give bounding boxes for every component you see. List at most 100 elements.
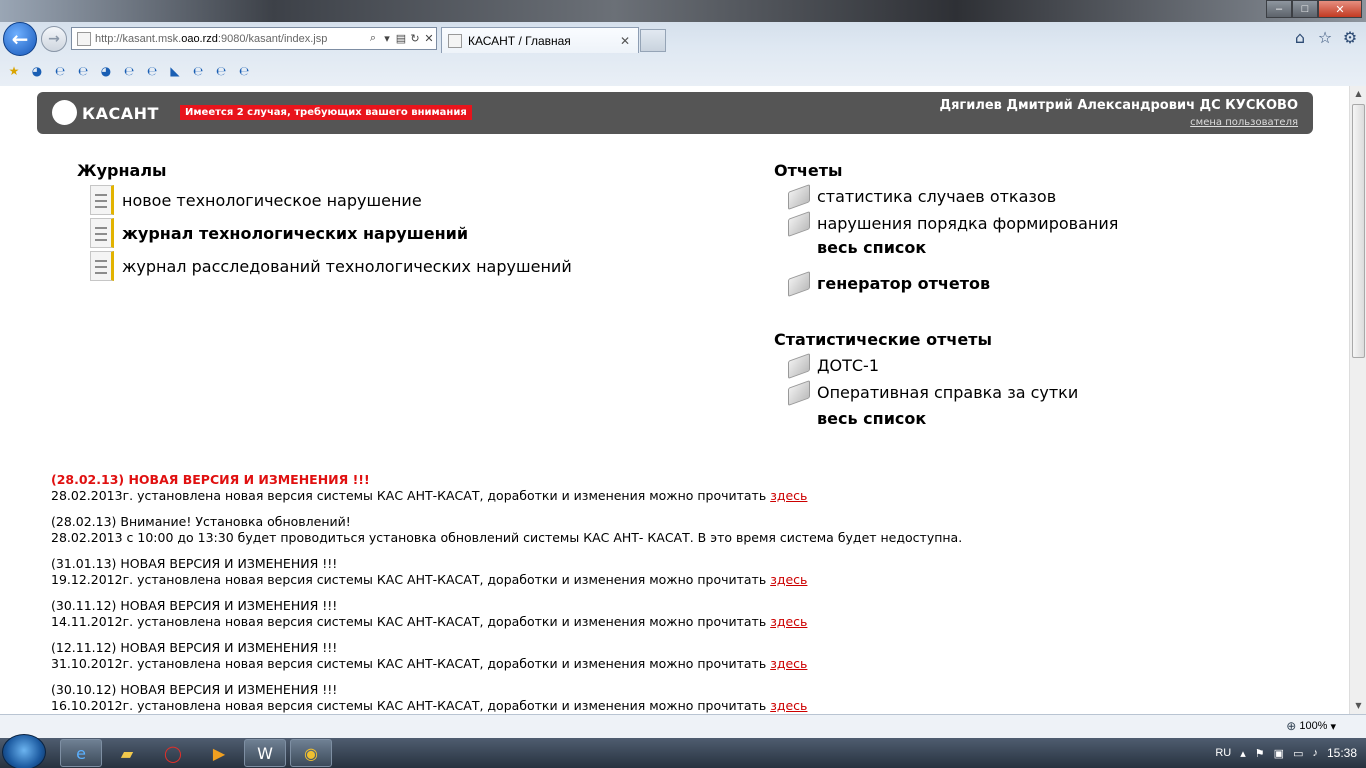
back-arrow-icon: ← — [11, 27, 29, 51]
news-headline: (28.02.13) Внимание! Установка обновлени… — [51, 514, 351, 529]
journal-label[interactable]: новое технологическое нарушение — [122, 191, 422, 210]
tray-expand-icon[interactable]: ▴ — [1240, 747, 1246, 760]
windows-taskbar: e ▰ ◯ ▶ W ◉ RU ▴ ⚑ ▣ ▭ ♪ 15:38 — [0, 734, 1366, 768]
close-window-button[interactable]: ✕ — [1318, 0, 1362, 18]
report-formation-violations[interactable]: нарушения порядка формирования — [788, 210, 1118, 237]
word-icon: W — [257, 743, 273, 763]
favorite-link-icon[interactable]: ℮ — [212, 62, 230, 80]
volume-icon[interactable]: ♪ — [1312, 747, 1318, 759]
favorite-link-icon[interactable]: ℮ — [74, 62, 92, 80]
gear-icon[interactable]: ⚙ — [1340, 28, 1360, 48]
alert-badge[interactable]: Имеется 2 случая, требующих вашего внима… — [180, 105, 472, 120]
journal-investigations[interactable]: журнал расследований технологических нар… — [90, 251, 572, 281]
news-text: 28.02.2013г. установлена новая версия си… — [51, 488, 808, 503]
news-link[interactable]: здесь — [770, 656, 807, 671]
zoom-control[interactable]: ⊕ 100% ▾ — [1286, 719, 1336, 733]
ie-icon: e — [76, 743, 86, 763]
compat-view-icon[interactable]: ▤ — [394, 32, 408, 45]
back-button[interactable]: ← — [3, 22, 37, 56]
book-icon — [788, 270, 810, 297]
browser-tab[interactable]: КАСАНТ / Главная ✕ — [441, 27, 639, 53]
stop-icon[interactable]: ✕ — [422, 32, 436, 45]
news-link[interactable]: здесь — [770, 698, 807, 713]
window-controls: – □ ✕ — [1266, 0, 1362, 18]
flag-icon[interactable]: ⚑ — [1255, 747, 1265, 760]
chevron-down-icon[interactable]: ▾ — [1330, 720, 1336, 733]
news-text: 16.10.2012г. установлена новая версия си… — [51, 698, 808, 713]
news-link[interactable]: здесь — [770, 488, 807, 503]
system-tray: RU ▴ ⚑ ▣ ▭ ♪ 15:38 — [1215, 738, 1366, 768]
forward-button[interactable]: → — [41, 26, 67, 52]
book-icon — [788, 210, 810, 237]
report-failure-stats[interactable]: статистика случаев отказов — [788, 183, 1056, 210]
word-taskbar-button[interactable]: W — [244, 739, 286, 767]
scroll-up-icon[interactable]: ▲ — [1351, 86, 1366, 102]
app-taskbar-button[interactable]: ◉ — [290, 739, 332, 767]
browser-chrome: – □ ✕ ← → http://kasant.msk.oao.rzd:9080… — [0, 0, 1366, 86]
journal-label[interactable]: журнал технологических нарушений — [122, 224, 468, 243]
favorite-link-icon[interactable]: ℮ — [120, 62, 138, 80]
journal-violations-log[interactable]: журнал технологических нарушений — [90, 218, 468, 248]
report-label[interactable]: ДОТС-1 — [817, 356, 879, 375]
scroll-down-icon[interactable]: ▼ — [1351, 698, 1366, 714]
home-icon[interactable]: ⌂ — [1290, 28, 1310, 48]
vertical-scrollbar[interactable]: ▲ ▼ — [1349, 86, 1366, 714]
document-icon — [90, 185, 114, 215]
change-user-link[interactable]: смена пользователя — [1190, 117, 1298, 128]
favorites-bar: ★ ◕ ℮ ℮ ◕ ℮ ℮ ◣ ℮ ℮ ℮ — [0, 58, 1366, 84]
reports-title: Отчеты — [774, 161, 843, 180]
app-header: КАСАНТ Имеется 2 случая, требующих вашег… — [37, 92, 1313, 134]
tab-page-icon — [448, 33, 462, 48]
start-button[interactable] — [2, 734, 46, 768]
new-tab-button[interactable] — [640, 29, 666, 52]
stat-report-dots1[interactable]: ДОТС-1 — [788, 352, 879, 379]
opera-icon: ◯ — [164, 743, 182, 763]
report-label[interactable]: нарушения порядка формирования — [817, 214, 1118, 233]
search-icon[interactable]: ⌕ — [366, 32, 380, 45]
ie-taskbar-button[interactable]: e — [60, 739, 102, 767]
network-icon[interactable]: ▭ — [1293, 747, 1303, 760]
media-taskbar-button[interactable]: ▶ — [198, 739, 240, 767]
dropdown-icon[interactable]: ▾ — [380, 32, 394, 45]
maximize-button[interactable]: □ — [1292, 0, 1318, 18]
report-label[interactable]: генератор отчетов — [817, 274, 990, 293]
stat-reports-all-list-link[interactable]: весь список — [817, 409, 926, 428]
favorite-link-icon[interactable]: ℮ — [189, 62, 207, 80]
add-favorite-icon[interactable]: ★ — [5, 62, 23, 80]
page-icon — [77, 31, 91, 46]
journal-new-violation[interactable]: новое технологическое нарушение — [90, 185, 422, 215]
news-text: 31.10.2012г. установлена новая версия си… — [51, 656, 808, 671]
explorer-taskbar-button[interactable]: ▰ — [106, 739, 148, 767]
minimize-button[interactable]: – — [1266, 0, 1292, 18]
address-bar[interactable]: http://kasant.msk.oao.rzd:9080/kasant/in… — [71, 27, 437, 50]
stat-report-daily[interactable]: Оперативная справка за сутки — [788, 379, 1078, 406]
news-headline: (30.11.12) НОВАЯ ВЕРСИЯ И ИЗМЕНЕНИЯ !!! — [51, 598, 338, 613]
favorite-link-icon[interactable]: ℮ — [51, 62, 69, 80]
journal-label[interactable]: журнал расследований технологических нар… — [122, 257, 572, 276]
scroll-thumb[interactable] — [1352, 104, 1365, 358]
favorite-link-icon[interactable]: ◕ — [97, 62, 115, 80]
address-url[interactable]: http://kasant.msk.oao.rzd:9080/kasant/in… — [95, 33, 366, 45]
favorite-link-icon[interactable]: ℮ — [143, 62, 161, 80]
tab-close-icon[interactable]: ✕ — [620, 34, 638, 48]
refresh-icon[interactable]: ↻ — [408, 32, 422, 45]
favorite-link-icon[interactable]: ◣ — [166, 62, 184, 80]
star-icon[interactable]: ☆ — [1315, 28, 1335, 48]
report-label[interactable]: Оперативная справка за сутки — [817, 383, 1078, 402]
news-link[interactable]: здесь — [770, 572, 807, 587]
news-link[interactable]: здесь — [770, 614, 807, 629]
language-indicator[interactable]: RU — [1215, 747, 1231, 759]
device-icon[interactable]: ▣ — [1274, 747, 1284, 760]
favorite-link-icon[interactable]: ℮ — [235, 62, 253, 80]
logo-text: КАСАНТ — [82, 104, 159, 123]
opera-taskbar-button[interactable]: ◯ — [152, 739, 194, 767]
reports-all-list-link[interactable]: весь список — [817, 238, 926, 257]
report-generator[interactable]: генератор отчетов — [788, 270, 990, 297]
zoom-level[interactable]: 100% — [1299, 720, 1327, 732]
favorite-link-icon[interactable]: ◕ — [28, 62, 46, 80]
clock[interactable]: 15:38 — [1327, 746, 1357, 760]
report-label[interactable]: статистика случаев отказов — [817, 187, 1056, 206]
zoom-icon: ⊕ — [1286, 719, 1297, 733]
news-headline: (28.02.13) НОВАЯ ВЕРСИЯ И ИЗМЕНЕНИЯ !!! — [51, 472, 370, 487]
app-icon: ◉ — [304, 743, 318, 763]
